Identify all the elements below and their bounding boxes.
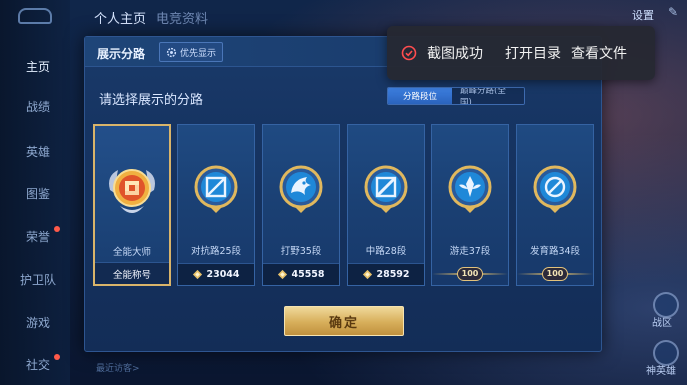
lane-card-name: 发育路34段 [529,246,581,257]
confirm-button[interactable]: 确定 [284,306,404,336]
lane-mode-toggle: 分路段位 巅峰分路(全国) [387,87,525,105]
check-circle-icon [401,45,417,61]
tab-esports[interactable]: 电竞资料 [156,8,208,27]
gear-icon [166,47,177,57]
dialog-prompt: 请选择展示的分路 [99,93,204,108]
lane-card-name: 游走37段 [449,246,491,257]
lane-card-badge: 100 [432,267,508,281]
toggle-peak-lane[interactable]: 巅峰分路(全国) [452,88,524,104]
lane-card-master[interactable]: 全能大师 全能称号 [93,124,171,286]
lane-card-mid[interactable]: 中路28段 28592 [347,124,425,286]
nav-item-hero[interactable]: 英雄 [0,143,70,160]
nav-item-game[interactable]: 游戏 [0,314,70,331]
back-logo-icon[interactable] [18,8,52,24]
lane-card-jungle[interactable]: 打野35段 45558 [262,124,340,286]
left-nav: 主页 战绩 英雄 图鉴 荣誉 护卫队 游戏 社交 [0,0,70,385]
lane-card-score: 45558 [263,263,339,285]
notification-dot [54,354,60,360]
nav-item-guard[interactable]: 护卫队 [0,271,70,288]
side-label-zone: 战区 [652,318,672,329]
view-file-link[interactable]: 查看文件 [571,43,627,63]
mid-lane-emblem-icon [364,165,408,213]
screenshot-toast: 截图成功 打开目录 查看文件 [387,26,655,80]
dialog-title: 展示分路 [97,47,146,61]
nav-item-record[interactable]: 战绩 [0,98,70,115]
lane-card-clash[interactable]: 对抗路25段 23044 [177,124,255,286]
lane-card-name: 打野35段 [280,246,322,257]
tab-profile[interactable]: 个人主页 [94,8,146,27]
lane-card-roam[interactable]: 游走37段 100 [431,124,509,286]
recent-visitors[interactable]: 最近访客> [96,361,140,374]
toast-message: 截图成功 [427,46,483,62]
rank-coin-icon [363,269,373,280]
notification-dot [54,226,60,232]
farm-lane-emblem-icon [533,165,577,213]
priority-display-label: 优先显示 [180,48,217,59]
side-label-hero: 神英雄 [646,366,676,377]
toggle-lane-rank[interactable]: 分路段位 [388,88,452,104]
open-directory-link[interactable]: 打开目录 [505,43,561,63]
badge-100-icon: 100 [457,267,483,281]
lane-card-farm[interactable]: 发育路34段 100 [516,124,594,286]
lane-card-badge: 100 [517,267,593,281]
clash-lane-emblem-icon [194,165,238,213]
roam-emblem-icon [448,165,492,213]
lane-card-title: 全能称号 [95,262,169,284]
jungle-emblem-icon [279,165,323,213]
rank-coin-icon [193,269,203,280]
nav-item-social[interactable]: 社交 [0,354,70,373]
nav-item-home[interactable]: 主页 [0,58,70,75]
lane-card-name: 中路28段 [365,246,407,257]
settings-label[interactable]: 设置 [632,7,654,23]
master-emblem-icon [109,169,155,213]
priority-display-button[interactable]: 优先显示 [159,42,224,62]
badge-100-icon: 100 [542,267,568,281]
lane-display-dialog: 展示分路 优先显示 请选择展示的分路 分路段位 巅峰分路(全国) 全能大师 全能… [84,36,602,352]
lane-card-name: 全能大师 [112,247,151,258]
edit-icon[interactable]: ✎ [668,5,678,19]
nav-item-honor[interactable]: 荣誉 [0,226,70,245]
rank-coin-icon [278,269,288,280]
nav-item-atlas[interactable]: 图鉴 [0,185,70,202]
lane-card-score: 28592 [348,263,424,285]
lane-card-name: 对抗路25段 [190,246,242,257]
lane-card-score: 23044 [178,263,254,285]
